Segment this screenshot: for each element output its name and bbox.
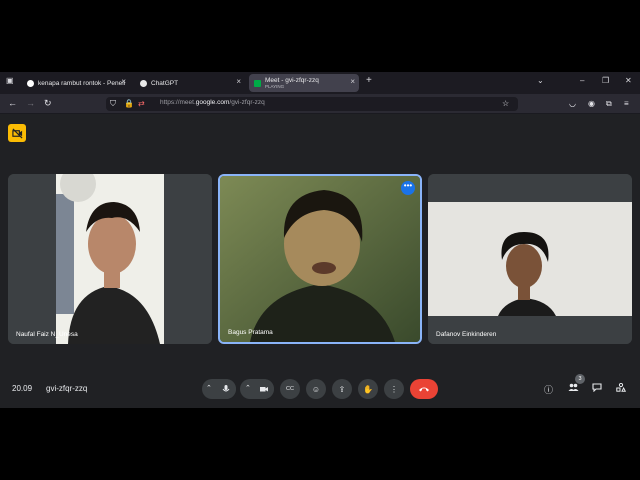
participant-name: Naufal Faiz N_Unesa	[16, 331, 78, 338]
meeting-clock: 20.09	[12, 384, 33, 393]
meeting-controls: 20.09 gvi-zfqr-zzq ⌃ ⌃ CC ☺ ⇪ ✋ ⋮ ⓘ 3	[0, 374, 640, 408]
captions-button[interactable]: CC	[280, 379, 300, 399]
pocket-icon[interactable]: ◡	[569, 98, 576, 109]
minimize-icon[interactable]: –	[580, 76, 584, 85]
menu-icon[interactable]: ≡	[624, 98, 629, 109]
tab-title: kenapa rambut rontok - Peneli	[38, 79, 125, 87]
mic-icon	[222, 385, 230, 392]
raise-hand-button[interactable]: ✋	[358, 379, 378, 399]
present-button[interactable]: ⇪	[332, 379, 352, 399]
bookmark-star-icon[interactable]: ☆	[502, 98, 509, 109]
tab-chatgpt[interactable]: ChatGPT ×	[135, 74, 245, 92]
audio-settings-chevron-icon[interactable]: ⌃	[206, 384, 212, 392]
tab-playing-status: PLAYING	[265, 84, 285, 89]
extensions-icon[interactable]: ⧉	[606, 98, 612, 109]
tab-list-icon[interactable]: ▣	[6, 76, 14, 85]
leave-call-button[interactable]	[410, 379, 438, 399]
url-text[interactable]: https://meet.google.com/gvi-zfqr-zzq	[160, 99, 265, 106]
people-icon[interactable]	[568, 383, 579, 394]
participant-name: Bagus Pratama	[228, 329, 273, 336]
participant-name: Dafanov Einkinderen	[436, 331, 497, 338]
new-tab-button[interactable]: +	[366, 75, 372, 86]
more-options-button[interactable]: •••	[401, 181, 415, 195]
navigation-bar: ← → ↻ ⛉ 🔒 ⇄ https://meet.google.com/gvi-…	[0, 94, 640, 114]
participant-tile-active-speaker[interactable]: ••• Bagus Pratama	[218, 174, 422, 344]
close-tab-icon[interactable]: ×	[236, 77, 241, 86]
close-tab-icon[interactable]: ×	[350, 77, 355, 86]
info-icon[interactable]: ⓘ	[544, 383, 553, 396]
meet-icon	[254, 79, 261, 87]
chatgpt-icon	[140, 79, 147, 87]
close-tab-icon[interactable]: ×	[121, 77, 126, 86]
tab-strip: ▣ kenapa rambut rontok - Peneli × ChatGP…	[0, 72, 640, 94]
tab-overflow-icon[interactable]: ⌄	[537, 76, 544, 85]
chat-icon[interactable]	[592, 383, 602, 394]
participant-count-badge: 3	[575, 374, 585, 384]
participant-tile[interactable]: Dafanov Einkinderen	[428, 174, 632, 344]
tab-title: Meet - gvi-zfqr-zzq	[265, 77, 319, 84]
camera-icon	[260, 387, 268, 392]
activities-icon[interactable]	[616, 382, 627, 394]
globe-icon	[27, 79, 34, 87]
address-bar[interactable]: ⛉ 🔒 ⇄ https://meet.google.com/gvi-zfqr-z…	[106, 97, 518, 111]
microphone-button[interactable]	[216, 379, 236, 399]
participant-video	[428, 174, 632, 344]
forward-icon[interactable]: →	[26, 98, 35, 109]
screen: ▣ kenapa rambut rontok - Peneli × ChatGP…	[0, 72, 640, 408]
video-settings-chevron-icon[interactable]: ⌃	[245, 384, 251, 392]
more-options-button[interactable]: ⋮	[384, 379, 404, 399]
tab-kenapa-rambut[interactable]: kenapa rambut rontok - Peneli ×	[22, 74, 130, 92]
camera-off-icon[interactable]	[8, 124, 26, 142]
shield-icon[interactable]: ⛉	[110, 98, 116, 109]
meet-stage: Naufal Faiz N_Unesa ••• Bagus Pratama Da…	[0, 114, 640, 408]
camera-button[interactable]	[254, 379, 274, 399]
tab-title: ChatGPT	[151, 79, 179, 87]
account-icon[interactable]: ◉	[588, 98, 595, 109]
participant-video	[220, 176, 420, 342]
meeting-code: gvi-zfqr-zzq	[46, 384, 88, 393]
permissions-icon[interactable]: ⇄	[138, 98, 145, 109]
close-window-icon[interactable]: ✕	[625, 76, 632, 85]
reload-icon[interactable]: ↻	[44, 98, 52, 109]
participant-tile[interactable]: Naufal Faiz N_Unesa	[8, 174, 212, 344]
tab-meet[interactable]: Meet - gvi-zfqr-zzq PLAYING ×	[249, 74, 359, 92]
maximize-icon[interactable]: ❐	[602, 76, 609, 85]
participant-video	[8, 174, 212, 344]
phone-hangup-icon	[419, 387, 429, 392]
emoji-button[interactable]: ☺	[306, 379, 326, 399]
back-icon[interactable]: ←	[8, 98, 17, 109]
lock-icon[interactable]: 🔒	[124, 98, 134, 109]
